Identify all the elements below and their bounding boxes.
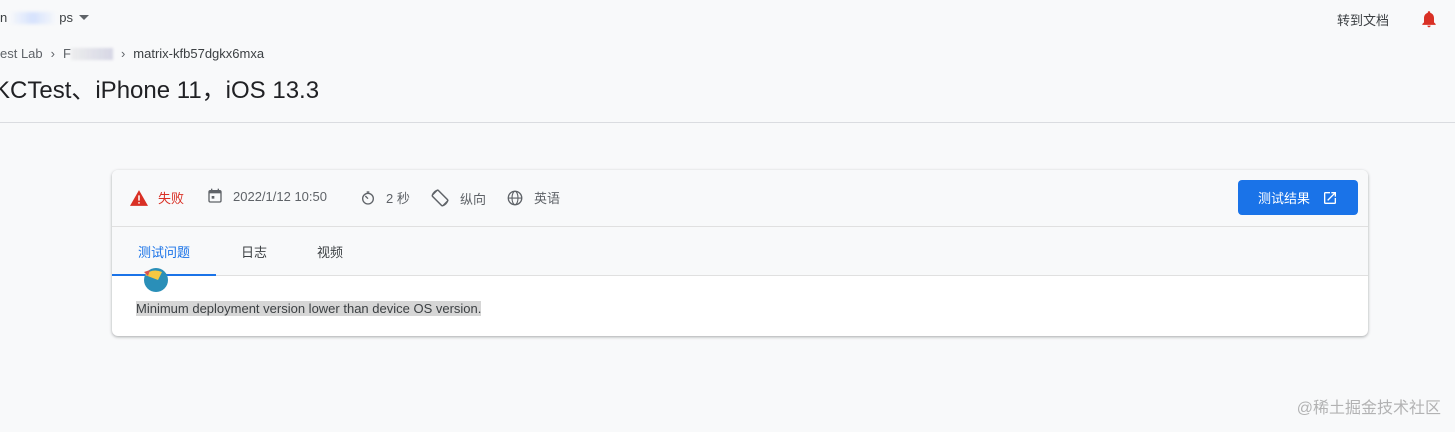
breadcrumb: est Lab › F › matrix-kfb57dgkx6mxa: [0, 46, 264, 61]
language-label: 英语: [534, 191, 561, 206]
timer-icon: [362, 190, 374, 205]
bell-icon[interactable]: [1419, 9, 1439, 29]
test-execution-card: 失败 2022/1/12 10:50 2 秒 纵向 英语 测试结果 测试问题 日…: [112, 170, 1368, 336]
status-label: 失败: [158, 191, 185, 206]
project-name-redacted: [8, 11, 59, 24]
date-label: 2022/1/12 10:50: [233, 188, 327, 204]
breadcrumb-test-lab[interactable]: est Lab: [0, 46, 43, 61]
warning-icon: [130, 189, 148, 206]
tab-video[interactable]: 视频: [292, 227, 368, 275]
screen-rotation-icon: [431, 189, 449, 207]
tab-logs[interactable]: 日志: [216, 227, 292, 275]
caret-down-icon: [78, 15, 89, 20]
chevron-right-icon: ›: [120, 46, 126, 61]
globe-icon: [507, 190, 523, 205]
issue-text: Minimum deployment version lower than de…: [136, 301, 482, 316]
test-results-button[interactable]: 测试结果: [1238, 180, 1358, 215]
goto-docs-link[interactable]: 转到文档: [1337, 10, 1389, 29]
chevron-right-icon: ›: [50, 46, 55, 61]
project-name-suffix: ps: [59, 10, 73, 25]
top-bar: n ps 转到文档: [0, 0, 1455, 38]
date-meta: 2022/1/12 10:50: [207, 188, 327, 204]
breadcrumb-matrix: matrix-kfb57dgkx6mxa: [133, 46, 265, 61]
project-selector[interactable]: n ps: [0, 10, 89, 25]
page-title: KCTest、iPhone 11，iOS 13.3: [0, 77, 320, 104]
card-header: 失败 2022/1/12 10:50 2 秒 纵向 英语 测试结果: [112, 170, 1368, 227]
cursor-highlight-icon: [144, 268, 168, 292]
tab-bar: 测试问题 日志 视频: [112, 227, 1368, 276]
calendar-icon: [208, 188, 222, 203]
orientation-meta: 纵向: [430, 188, 486, 208]
duration-meta: 2 秒: [360, 188, 410, 207]
duration-label: 2 秒: [386, 191, 410, 206]
breadcrumb-history-initial[interactable]: F: [63, 46, 71, 61]
open-in-new-icon: [1324, 191, 1336, 204]
header-divider: [0, 122, 1455, 123]
orientation-label: 纵向: [460, 191, 487, 207]
project-name-prefix: n: [0, 10, 8, 25]
status-badge: 失败: [130, 188, 184, 207]
test-results-label: 测试结果: [1257, 191, 1310, 206]
watermark: @稀土掘金技术社区: [1296, 400, 1441, 417]
breadcrumb-history-redacted[interactable]: [70, 47, 113, 60]
language-meta: 英语: [506, 188, 560, 207]
